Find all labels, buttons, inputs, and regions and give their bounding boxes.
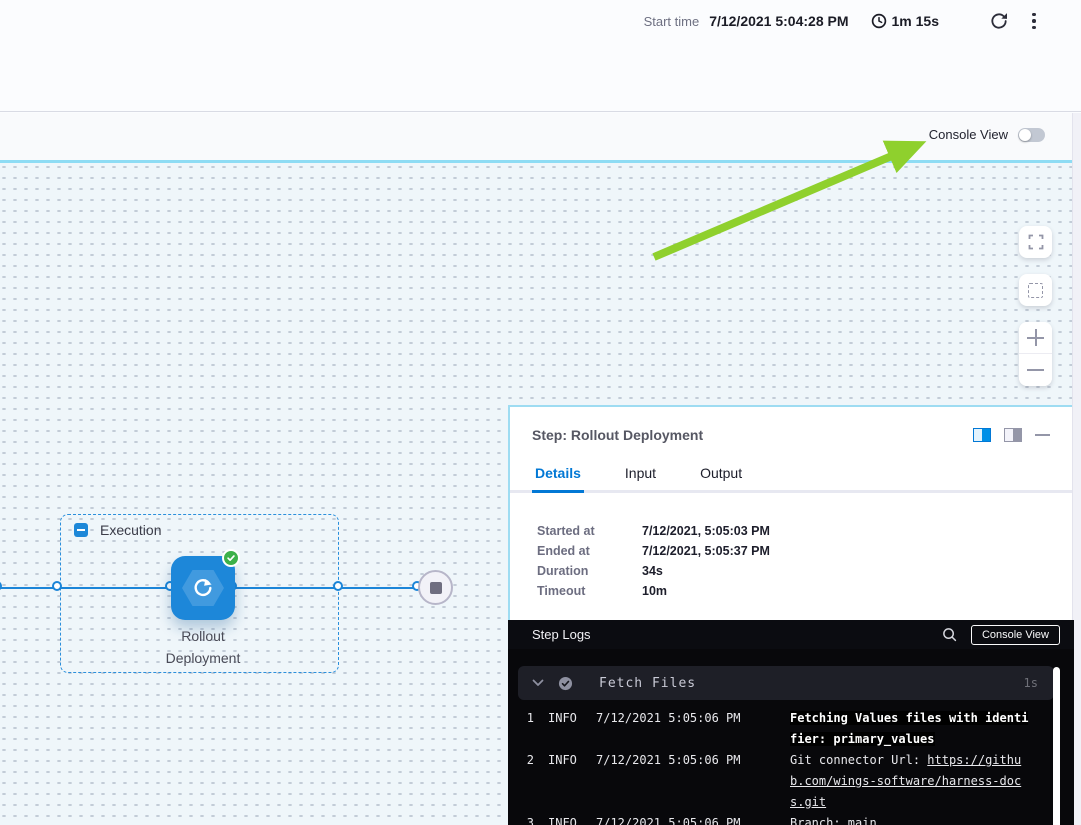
start-time-label: Start time bbox=[644, 14, 700, 29]
refresh-icon bbox=[989, 11, 1009, 31]
log-line-number: 3 bbox=[518, 813, 534, 825]
log-timestamp: 7/12/2021 5:05:06 PM bbox=[596, 813, 748, 825]
plus-icon bbox=[1027, 329, 1044, 346]
detail-row-started-at: Started at 7/12/2021, 5:05:03 PM bbox=[537, 521, 1050, 541]
log-group-duration: 1s bbox=[1024, 676, 1038, 690]
log-level: INFO bbox=[548, 750, 586, 771]
step-logs-title: Step Logs bbox=[532, 627, 942, 642]
marquee-icon bbox=[1028, 283, 1043, 298]
stop-icon bbox=[430, 582, 442, 594]
log-line-number: 1 bbox=[518, 708, 534, 729]
top-header: Start time 7/12/2021 5:04:28 PM 1m 15s bbox=[0, 0, 1081, 112]
detail-row-timeout: Timeout 10m bbox=[537, 581, 1050, 601]
log-line-3: 3 INFO 7/12/2021 5:05:06 PM Branch: main bbox=[518, 813, 1074, 825]
console-view-control: Console View bbox=[929, 127, 1045, 142]
zoom-controls bbox=[1019, 322, 1052, 386]
execution-group-label: Execution bbox=[100, 522, 161, 538]
sub-header: Console View bbox=[0, 113, 1081, 160]
log-timestamp: 7/12/2021 5:05:06 PM bbox=[596, 708, 748, 729]
step-details-panel: Step: Rollout Deployment Details Input O… bbox=[508, 405, 1072, 825]
group-in-port bbox=[52, 581, 62, 591]
panel-header-actions bbox=[973, 428, 1050, 442]
node-label: Rollout Deployment bbox=[146, 625, 260, 669]
execution-timing-bar: Start time 7/12/2021 5:04:28 PM 1m 15s bbox=[0, 0, 1043, 42]
log-line-number: 2 bbox=[518, 750, 534, 771]
zoom-in-button[interactable] bbox=[1019, 322, 1052, 354]
logs-scrollbar-thumb[interactable] bbox=[1053, 667, 1060, 825]
step-hexagon bbox=[182, 570, 224, 606]
start-time-value: 7/12/2021 5:04:28 PM bbox=[709, 13, 848, 29]
panel-header: Step: Rollout Deployment bbox=[510, 407, 1072, 443]
chevron-down-icon bbox=[532, 679, 544, 687]
log-message: Branch: main bbox=[790, 813, 1029, 825]
minus-icon bbox=[77, 529, 85, 531]
log-timestamp: 7/12/2021 5:05:06 PM bbox=[596, 750, 748, 771]
toggle-knob bbox=[1019, 129, 1031, 141]
log-message: Fetching Values files with identifier: p… bbox=[790, 708, 1029, 750]
canvas-controls bbox=[1019, 226, 1052, 386]
log-group-fetch-files[interactable]: Fetch Files 1s bbox=[518, 666, 1054, 700]
log-level: INFO bbox=[548, 813, 586, 825]
check-circle-icon bbox=[558, 676, 573, 691]
log-line-2: 2 INFO 7/12/2021 5:05:06 PM Git connecto… bbox=[518, 750, 1074, 813]
rollout-refresh-icon bbox=[192, 577, 214, 599]
search-icon bbox=[942, 627, 957, 642]
split-view-right-icon[interactable] bbox=[973, 428, 991, 442]
step-logs-body: Fetch Files 1s 1 INFO 7/12/2021 5:05:06 … bbox=[508, 649, 1074, 825]
collapse-group-button[interactable] bbox=[74, 523, 88, 537]
log-line-1: 1 INFO 7/12/2021 5:05:06 PM Fetching Val… bbox=[518, 708, 1074, 750]
step-detail-fields: Started at 7/12/2021, 5:05:03 PM Ended a… bbox=[510, 493, 1072, 601]
tab-input[interactable]: Input bbox=[622, 465, 659, 493]
panel-tabs: Details Input Output bbox=[510, 465, 1072, 493]
elapsed-duration: 1m 15s bbox=[871, 13, 939, 29]
search-logs-button[interactable] bbox=[942, 627, 957, 642]
elapsed-duration-value: 1m 15s bbox=[892, 13, 939, 29]
minimize-panel-button[interactable] bbox=[1035, 428, 1050, 442]
success-check-badge bbox=[222, 549, 240, 567]
tab-details[interactable]: Details bbox=[532, 465, 584, 493]
pipeline-end-node[interactable] bbox=[418, 570, 453, 605]
tab-output[interactable]: Output bbox=[697, 465, 745, 493]
more-options-button[interactable] bbox=[1025, 11, 1043, 31]
group-out-port bbox=[333, 581, 343, 591]
zoom-out-button[interactable] bbox=[1019, 354, 1052, 386]
log-lines: 1 INFO 7/12/2021 5:05:06 PM Fetching Val… bbox=[508, 708, 1074, 825]
split-view-bottom-icon[interactable] bbox=[1004, 428, 1022, 442]
fullscreen-icon bbox=[1028, 234, 1044, 250]
detail-row-duration: Duration 34s bbox=[537, 561, 1050, 581]
kebab-menu-icon bbox=[1032, 13, 1036, 17]
step-logs-header: Step Logs Console View bbox=[508, 620, 1074, 649]
panel-title: Step: Rollout Deployment bbox=[532, 427, 703, 443]
minus-icon bbox=[1027, 362, 1044, 379]
detail-row-ended-at: Ended at 7/12/2021, 5:05:37 PM bbox=[537, 541, 1050, 561]
log-group-name: Fetch Files bbox=[599, 676, 1024, 691]
console-view-label: Console View bbox=[929, 127, 1008, 142]
log-level: INFO bbox=[548, 708, 586, 729]
refresh-button[interactable] bbox=[989, 11, 1009, 31]
execution-group-header: Execution bbox=[74, 522, 161, 538]
clock-icon bbox=[871, 13, 887, 29]
check-icon bbox=[226, 553, 236, 563]
step-logs-section: Step Logs Console View bbox=[508, 620, 1074, 825]
log-message: Git connector Url: https://github.com/wi… bbox=[790, 750, 1029, 813]
logs-console-view-button[interactable]: Console View bbox=[971, 625, 1060, 645]
pipeline-execution-screen: Start time 7/12/2021 5:04:28 PM 1m 15s bbox=[0, 0, 1081, 825]
fit-to-screen-button[interactable] bbox=[1019, 226, 1052, 258]
console-view-toggle[interactable] bbox=[1018, 128, 1045, 142]
minimize-icon bbox=[1035, 434, 1050, 436]
select-region-button[interactable] bbox=[1019, 274, 1052, 306]
